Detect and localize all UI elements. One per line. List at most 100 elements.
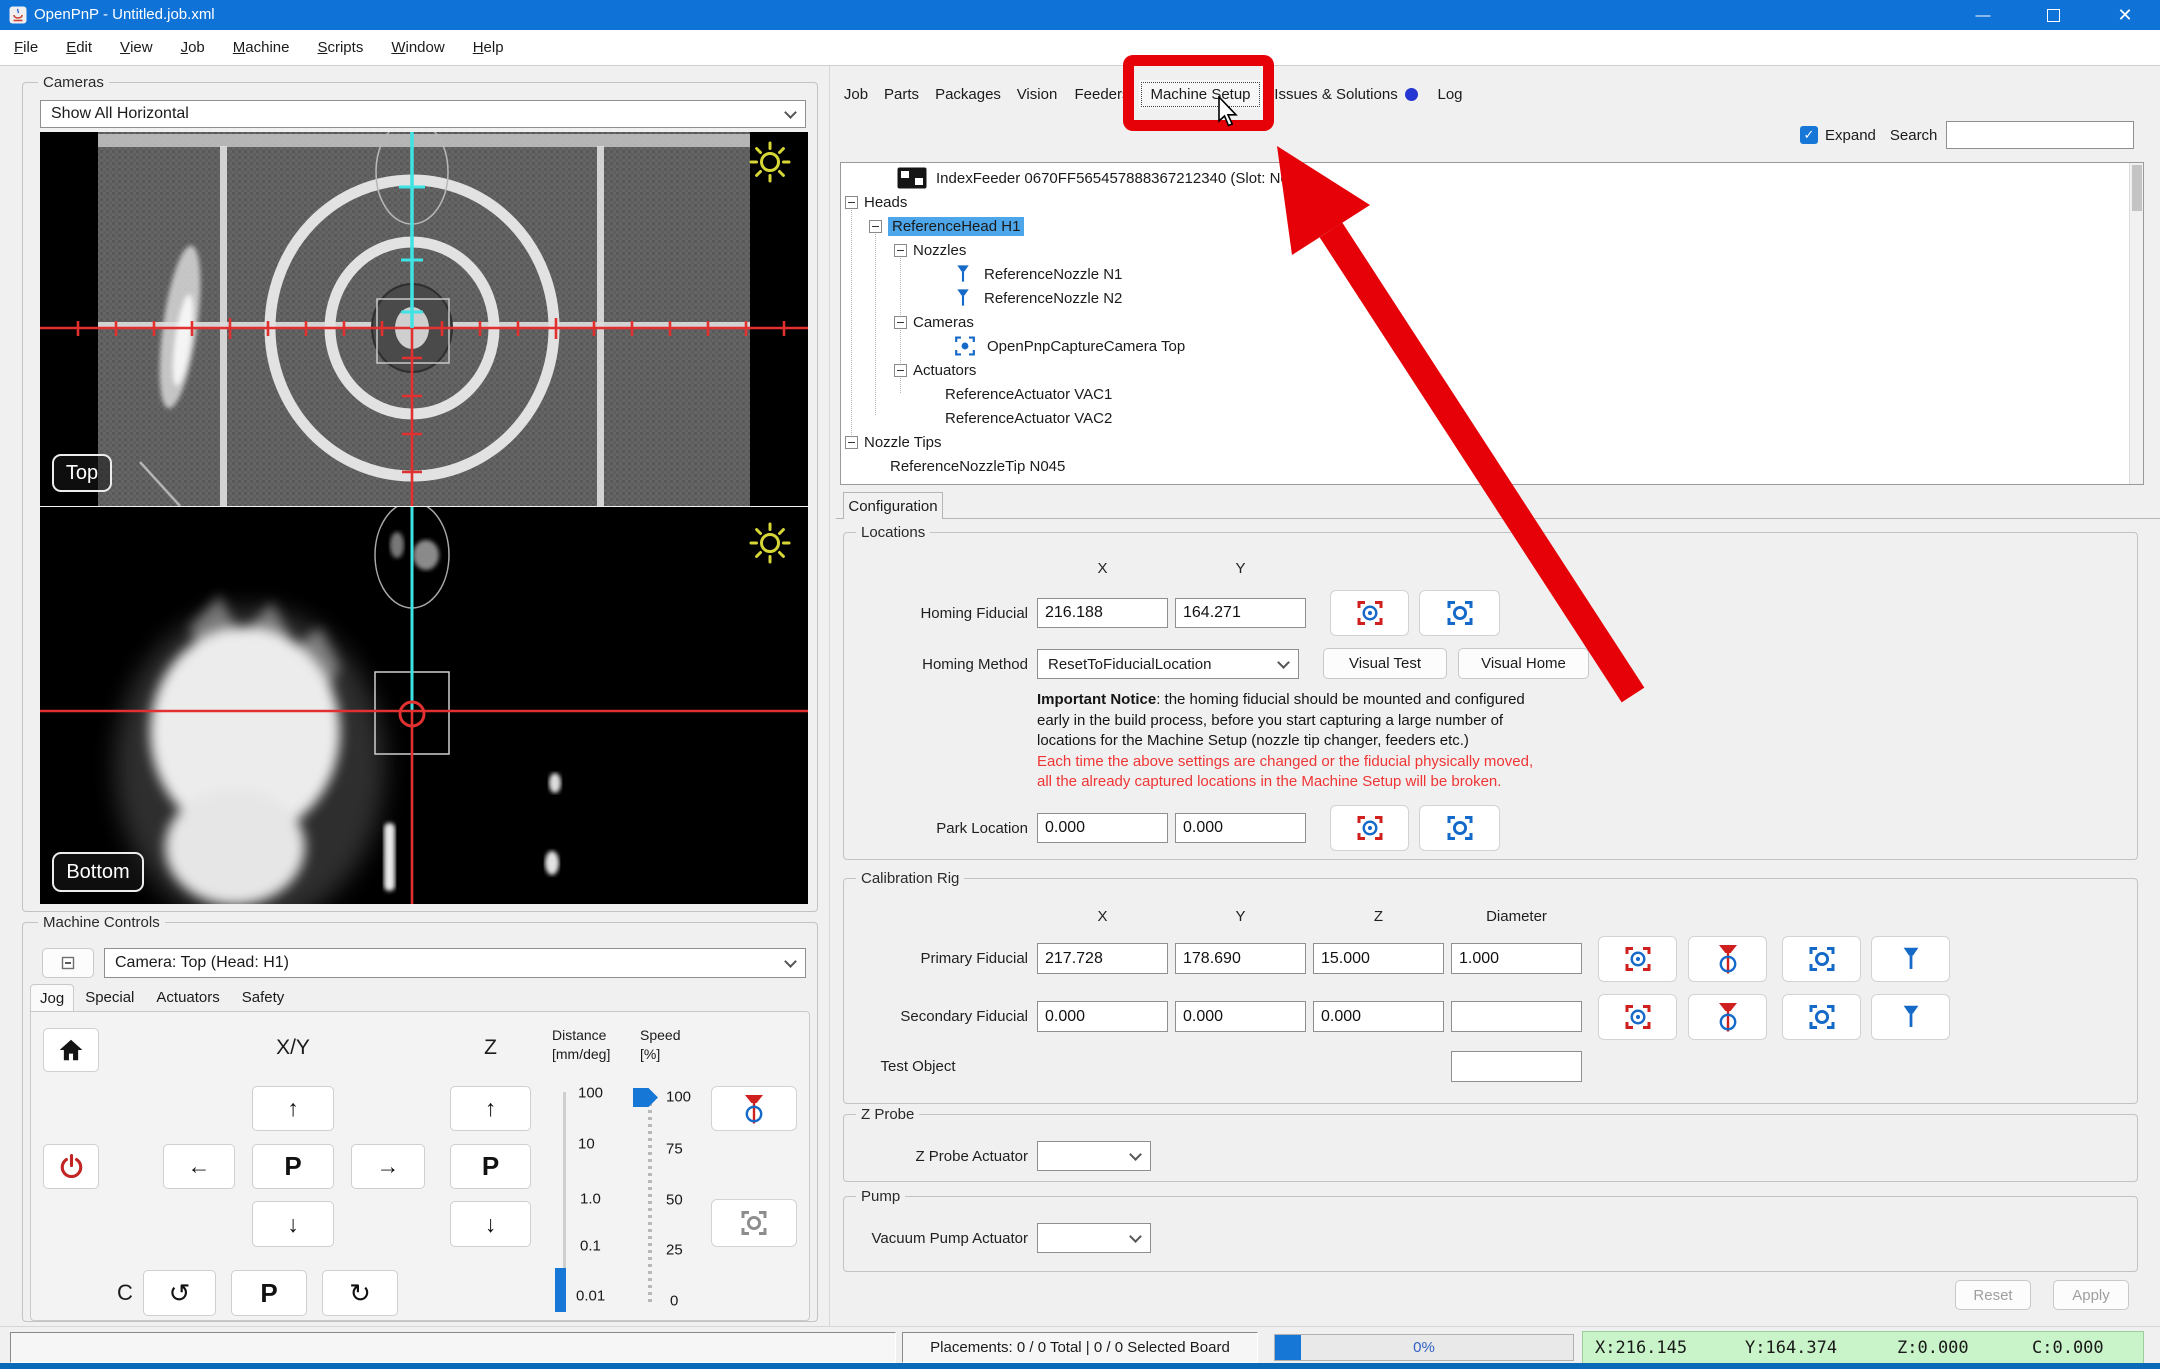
move-camera-to-nozzle-button[interactable]	[711, 1199, 797, 1247]
vacuum-pump-actuator-select[interactable]	[1037, 1223, 1151, 1253]
camera-view-selector[interactable]: Show All Horizontal	[40, 100, 806, 128]
jog-z-minus-button[interactable]: ↓	[450, 1201, 531, 1247]
tab-vision[interactable]: Vision	[1009, 80, 1065, 109]
rotate-ccw-button[interactable]: ↺	[143, 1270, 216, 1316]
tree-item-nozzle-n2[interactable]: ReferenceNozzle N2	[841, 286, 2143, 310]
capture-nozzle-location-button[interactable]	[1688, 936, 1767, 982]
park-x-field[interactable]: 0.000	[1037, 813, 1168, 843]
menu-machine[interactable]: Machine	[219, 30, 304, 65]
tab-actuators[interactable]: Actuators	[145, 984, 230, 1011]
secondary-z-field[interactable]: 0.000	[1313, 1001, 1444, 1032]
distance-slider-thumb[interactable]	[555, 1268, 566, 1312]
visual-home-button[interactable]: Visual Home	[1458, 648, 1589, 679]
bottom-camera-view[interactable]: Bottom	[40, 501, 808, 927]
capture-camera-location-button[interactable]	[1598, 936, 1677, 982]
tree-item-nozzle-tips[interactable]: Nozzle Tips	[841, 430, 2143, 454]
menu-scripts[interactable]: Scripts	[303, 30, 377, 65]
position-camera-button[interactable]	[1782, 994, 1861, 1040]
expand-checkbox[interactable]: ✓	[1800, 126, 1818, 144]
tree-item-nozzles[interactable]: Nozzles	[841, 238, 2143, 262]
menu-view[interactable]: View	[106, 30, 167, 65]
test-object-diameter-field[interactable]	[1451, 1051, 1582, 1082]
tab-feeders[interactable]: Feeders	[1067, 80, 1137, 109]
jog-target-selector[interactable]: Camera: Top (Head: H1)	[104, 948, 806, 978]
jog-x-plus-button[interactable]: →	[351, 1144, 425, 1189]
scrollbar-thumb[interactable]	[2132, 165, 2142, 211]
rotate-cw-button[interactable]: ↻	[322, 1270, 398, 1316]
top-camera-view[interactable]: Top	[40, 119, 808, 507]
collapse-expander-icon[interactable]	[869, 219, 882, 233]
z-probe-actuator-select[interactable]	[1037, 1141, 1151, 1171]
tree-item-indexfeeder[interactable]: IndexFeeder 0670FF565457888367212340 (Sl…	[841, 166, 2143, 190]
capture-nozzle-location-button[interactable]	[1688, 994, 1767, 1040]
apply-button[interactable]: Apply	[2053, 1280, 2129, 1310]
jog-x-minus-button[interactable]: ←	[163, 1144, 235, 1189]
menu-job[interactable]: Job	[167, 30, 219, 65]
capture-camera-location-button[interactable]	[1330, 590, 1409, 636]
tree-item-capture-camera[interactable]: OpenPnpCaptureCamera Top	[841, 334, 2143, 358]
secondary-diameter-field[interactable]	[1451, 1001, 1582, 1032]
reset-button[interactable]: Reset	[1955, 1280, 2031, 1310]
speed-slider-track[interactable]	[648, 1096, 652, 1306]
tree-item-actuators[interactable]: Actuators	[841, 358, 2143, 382]
tab-parts[interactable]: Parts	[876, 80, 927, 109]
power-button[interactable]	[43, 1144, 99, 1189]
tab-issues-solutions[interactable]: Issues & Solutions	[1264, 80, 1428, 109]
jog-y-minus-button[interactable]: ↓	[252, 1201, 334, 1247]
tab-log[interactable]: Log	[1430, 80, 1470, 109]
primary-y-field[interactable]: 178.690	[1175, 943, 1306, 974]
visual-test-button[interactable]: Visual Test	[1323, 648, 1447, 679]
search-input[interactable]	[1946, 121, 2135, 149]
homing-method-select[interactable]: ResetToFiducialLocation	[1037, 649, 1299, 679]
primary-z-field[interactable]: 15.000	[1313, 943, 1444, 974]
tab-packages[interactable]: Packages	[929, 80, 1007, 109]
tab-special[interactable]: Special	[74, 984, 145, 1011]
collapse-expander-icon[interactable]	[894, 315, 907, 329]
jog-y-plus-button[interactable]: ↑	[252, 1086, 334, 1131]
capture-camera-location-button[interactable]	[1330, 805, 1409, 851]
primary-x-field[interactable]: 217.728	[1037, 943, 1168, 974]
c-park-button[interactable]: P	[231, 1270, 307, 1316]
position-camera-button[interactable]	[1782, 936, 1861, 982]
collapse-expander-icon[interactable]	[894, 243, 907, 257]
position-camera-button[interactable]	[1419, 590, 1500, 636]
minimize-button[interactable]: —	[1961, 0, 2005, 30]
park-y-field[interactable]: 0.000	[1175, 813, 1306, 843]
collapse-expander-icon[interactable]	[894, 363, 907, 377]
tab-jog[interactable]: Jog	[30, 984, 75, 1011]
tab-machine-setup[interactable]: Machine Setup	[1139, 80, 1262, 109]
home-button[interactable]	[43, 1028, 99, 1072]
tab-configuration[interactable]: Configuration	[843, 492, 943, 519]
tree-item-actuator-vac1[interactable]: ReferenceActuator VAC1	[841, 382, 2143, 406]
menu-edit[interactable]: Edit	[52, 30, 106, 65]
homing-fiducial-y-field[interactable]: 164.271	[1175, 598, 1306, 628]
menu-window[interactable]: Window	[377, 30, 458, 65]
position-nozzle-button[interactable]	[1871, 936, 1950, 982]
primary-diameter-field[interactable]: 1.000	[1451, 943, 1582, 974]
maximize-button[interactable]	[2031, 0, 2075, 30]
position-camera-button[interactable]	[1419, 805, 1500, 851]
tab-job[interactable]: Job	[838, 80, 874, 109]
move-nozzle-to-camera-button[interactable]	[711, 1086, 797, 1131]
secondary-x-field[interactable]: 0.000	[1037, 1001, 1168, 1032]
tree-item-cameras[interactable]: Cameras	[841, 310, 2143, 334]
capture-camera-location-button[interactable]	[1598, 994, 1677, 1040]
collapse-expander-icon[interactable]	[845, 435, 858, 449]
menu-help[interactable]: Help	[459, 30, 518, 65]
tree-item-actuator-vac2[interactable]: ReferenceActuator VAC2	[841, 406, 2143, 430]
secondary-y-field[interactable]: 0.000	[1175, 1001, 1306, 1032]
tab-safety[interactable]: Safety	[231, 984, 296, 1011]
z-park-button[interactable]: P	[450, 1144, 531, 1189]
tree-item-nozzletip-n045[interactable]: ReferenceNozzleTip N045	[841, 454, 2143, 478]
jog-z-plus-button[interactable]: ↑	[450, 1086, 531, 1131]
tree-item-nozzle-n1[interactable]: ReferenceNozzle N1	[841, 262, 2143, 286]
homing-fiducial-x-field[interactable]: 216.188	[1037, 598, 1168, 628]
close-button[interactable]: ✕	[2103, 0, 2147, 30]
xy-park-button[interactable]: P	[252, 1144, 334, 1189]
tree-item-referencehead[interactable]: ReferenceHead H1	[841, 214, 2143, 238]
collapse-jog-button[interactable]	[42, 948, 94, 978]
tree-scrollbar[interactable]	[2129, 163, 2143, 484]
menu-file[interactable]: File	[0, 30, 52, 65]
position-nozzle-button[interactable]	[1871, 994, 1950, 1040]
collapse-expander-icon[interactable]	[845, 195, 858, 209]
